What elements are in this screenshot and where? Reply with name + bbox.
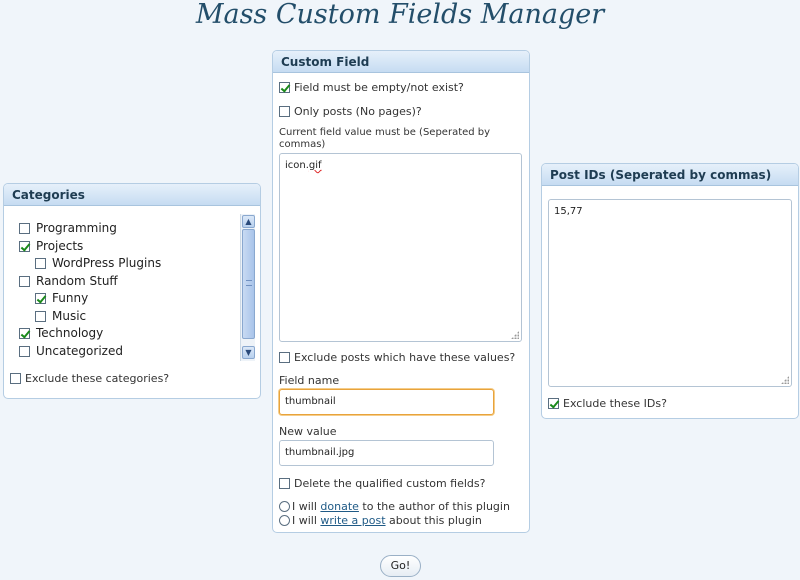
category-label: Technology (36, 326, 104, 340)
category-checkbox[interactable] (19, 223, 30, 234)
exclude-ids-label: Exclude these IDs? (563, 397, 667, 410)
category-checkbox[interactable] (19, 275, 30, 287)
write-post-option[interactable]: I will write a post about this plugin (279, 514, 482, 527)
categories-scrollbar[interactable]: ▲ ▼ (240, 214, 255, 361)
field-name-input[interactable]: thumbnail (279, 389, 494, 415)
categories-header: Categories (4, 184, 260, 206)
category-checkbox[interactable] (19, 345, 30, 357)
write-post-post: about this plugin (385, 514, 482, 527)
exclude-categories-option[interactable]: Exclude these categories? (10, 372, 169, 385)
category-label: WordPress Plugins (52, 256, 162, 270)
only-posts-label: Only posts (No pages)? (294, 105, 422, 118)
exclude-ids-checkbox[interactable] (548, 398, 559, 409)
category-label: Music (52, 308, 87, 323)
must-be-empty-option[interactable]: Field must be empty/not exist? (279, 81, 464, 94)
category-checkbox[interactable] (19, 240, 30, 252)
new-value-label: New value (279, 425, 337, 438)
exclude-values-label: Exclude posts which have these values? (294, 351, 516, 364)
category-item[interactable]: Projects (19, 239, 83, 253)
must-be-empty-label: Field must be empty/not exist? (294, 81, 464, 94)
scroll-down-arrow-icon[interactable]: ▼ (242, 346, 255, 359)
page-title: Mass Custom Fields Manager (195, 0, 605, 30)
post-ids-header: Post IDs (Seperated by commas) (542, 164, 798, 186)
current-value-text-a: icon. (285, 160, 309, 171)
delete-fields-label: Delete the qualified custom fields? (294, 477, 486, 490)
category-label: Programming (36, 221, 117, 235)
category-checkbox[interactable] (35, 310, 46, 322)
go-button[interactable]: Go! (380, 555, 421, 577)
category-label: Uncategorized (36, 343, 123, 358)
must-be-empty-checkbox[interactable] (279, 82, 290, 93)
category-item[interactable]: Programming (19, 221, 117, 235)
category-checkbox[interactable] (35, 293, 46, 304)
new-value-input[interactable]: thumbnail.jpg (279, 440, 494, 466)
field-name-label: Field name (279, 374, 340, 387)
exclude-categories-label: Exclude these categories? (25, 372, 170, 385)
category-item[interactable]: Technology (19, 326, 103, 340)
current-value-text-b: gif (308, 160, 322, 171)
category-item[interactable]: Funny (35, 291, 88, 305)
category-checkbox[interactable] (35, 258, 46, 269)
category-item[interactable]: Random Stuff (19, 274, 118, 288)
category-item[interactable]: WordPress Plugins (35, 256, 161, 270)
category-label: Random Stuff (36, 273, 118, 288)
delete-fields-option[interactable]: Delete the qualified custom fields? (279, 477, 485, 490)
current-value-textarea[interactable]: icon.gif (279, 153, 522, 342)
only-posts-option[interactable]: Only posts (No pages)? (279, 105, 422, 118)
delete-fields-checkbox[interactable] (279, 478, 290, 489)
category-label: Funny (52, 291, 89, 305)
donate-radio[interactable] (279, 501, 290, 512)
resize-grip-icon[interactable] (511, 331, 519, 339)
donate-pre: I will (292, 500, 321, 513)
category-checkbox[interactable] (19, 328, 30, 339)
custom-field-panel: Custom Field Field must be empty/not exi… (272, 50, 530, 533)
write-post-link[interactable]: write a post (320, 514, 385, 527)
write-post-pre: I will (292, 514, 321, 527)
category-item[interactable]: Uncategorized (19, 344, 123, 358)
scroll-up-arrow-icon[interactable]: ▲ (242, 215, 255, 228)
resize-grip-icon[interactable] (781, 376, 789, 384)
current-value-label: Current field value must be (Seperated b… (279, 127, 491, 150)
donate-post: to the author of this plugin (358, 500, 510, 513)
only-posts-checkbox[interactable] (279, 106, 290, 117)
category-label: Projects (36, 238, 84, 253)
exclude-values-option[interactable]: Exclude posts which have these values? (279, 351, 515, 364)
post-ids-panel: Post IDs (Seperated by commas) 15,77 Exc… (541, 163, 799, 419)
scroll-thumb[interactable] (242, 229, 255, 339)
donate-link[interactable]: donate (320, 500, 359, 513)
exclude-categories-checkbox[interactable] (10, 373, 21, 384)
write-post-radio[interactable] (279, 515, 290, 526)
category-item[interactable]: Music (35, 309, 86, 323)
categories-panel: Categories Programming Projects WordPress … (3, 183, 261, 399)
custom-field-header: Custom Field (273, 51, 529, 73)
exclude-ids-option[interactable]: Exclude these IDs? (548, 397, 667, 410)
post-ids-value: 15,77 (554, 206, 583, 217)
donate-option[interactable]: I will donate to the author of this plug… (279, 500, 510, 513)
post-ids-textarea[interactable]: 15,77 (548, 199, 792, 387)
exclude-values-checkbox[interactable] (279, 352, 290, 363)
